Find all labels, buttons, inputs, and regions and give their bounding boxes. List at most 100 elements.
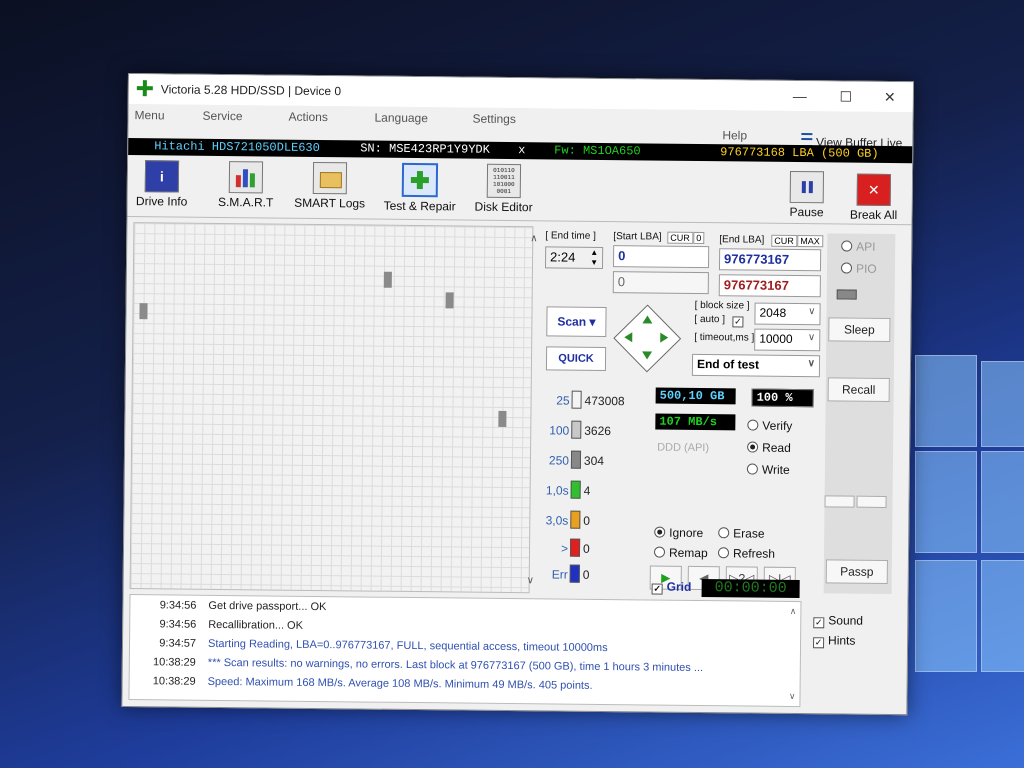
chevron-down-icon[interactable]: ∨ xyxy=(527,575,534,586)
stat-count: 4 xyxy=(583,483,591,498)
stat-bar xyxy=(569,564,580,583)
menu-item-help[interactable]: Help xyxy=(722,128,747,142)
device-model: Hitachi HDS721050DLE630 xyxy=(154,139,320,156)
drive-info-label: Drive Info xyxy=(135,194,188,209)
test-repair-button[interactable]: Test & Repair xyxy=(380,162,461,214)
speed-display: 107 MB/s xyxy=(655,413,736,431)
grid-block xyxy=(445,292,454,309)
refresh-label: Refresh xyxy=(732,546,776,561)
end-cur-button[interactable]: CUR xyxy=(771,234,797,248)
drive-info-button[interactable]: i Drive Info xyxy=(134,160,190,209)
stat-bar xyxy=(571,420,582,439)
menu-item-language[interactable]: Language xyxy=(374,111,428,126)
smart-chart-icon xyxy=(228,161,264,194)
stat-threshold: 250 xyxy=(548,453,570,468)
power-indicator xyxy=(836,289,857,300)
info-icon: i xyxy=(144,160,180,193)
left-small-button[interactable] xyxy=(824,495,855,508)
verify-radio[interactable]: Verify xyxy=(747,419,792,433)
ignore-radio[interactable]: Ignore xyxy=(654,525,704,541)
pause-button[interactable]: Pause xyxy=(784,170,831,219)
api-radio[interactable]: API xyxy=(841,239,876,254)
side-panel: API PIO Sleep Recall Passp xyxy=(823,233,896,595)
device-firmware: Fw: MS1OA650 xyxy=(554,143,641,159)
auto-label: [ auto ] xyxy=(694,313,726,326)
victoria-window: Victoria 5.28 HDD/SSD | Device 0 — ☐ ✕ M… xyxy=(121,73,914,716)
pause-icon xyxy=(789,170,825,204)
menu-item-service[interactable]: Service xyxy=(202,109,242,123)
start-zero-button[interactable]: 0 xyxy=(693,231,705,245)
scan-button[interactable]: Scan ▾ xyxy=(546,306,607,338)
right-small-button[interactable] xyxy=(856,495,887,508)
grid-checkbox[interactable]: ✓ Grid xyxy=(651,580,691,595)
start-cur-button[interactable]: CUR xyxy=(667,231,693,244)
stat-bar xyxy=(571,390,582,409)
remap-radio[interactable]: Remap xyxy=(653,545,708,561)
block-size-select[interactable]: 2048 xyxy=(754,302,821,326)
menu-item-menu[interactable]: Menu xyxy=(134,108,164,122)
device-capacity: 976773168 LBA (500 GB) xyxy=(720,145,879,161)
passport-button[interactable]: Passp xyxy=(825,559,888,584)
toolbar: i Drive Info S.M.A.R.T SMART Logs Test &… xyxy=(127,156,913,226)
disk-editor-button[interactable]: 010110 110011 101000 0001 Disk Editor xyxy=(472,163,537,215)
timeout-select[interactable]: 10000 xyxy=(754,328,821,352)
write-radio[interactable]: Write xyxy=(746,463,790,477)
arrow-down-icon[interactable] xyxy=(642,351,653,360)
log-message: Get drive passport... OK xyxy=(208,599,327,614)
stat-count: 0 xyxy=(582,541,590,556)
quick-button[interactable]: QUICK xyxy=(545,346,607,372)
ignore-label: Ignore xyxy=(669,525,704,541)
end-time-value: 2:24 xyxy=(550,249,576,265)
end-max-button[interactable]: MAX xyxy=(797,235,823,248)
menu-item-settings[interactable]: Settings xyxy=(472,112,516,126)
recall-button[interactable]: Recall xyxy=(827,377,890,402)
direction-pad[interactable] xyxy=(613,304,682,373)
log-scroll-down-icon[interactable]: ∨ xyxy=(789,691,796,702)
end-lba-label: [End LBA] xyxy=(719,234,765,246)
maximize-button[interactable]: ☐ xyxy=(831,85,861,107)
stat-threshold: 1,0s xyxy=(545,483,569,498)
binary-icon: 010110 110011 101000 0001 xyxy=(486,163,522,199)
remap-label: Remap xyxy=(668,545,708,561)
medkit-icon xyxy=(401,162,439,198)
start-lba-input[interactable]: 0 xyxy=(612,245,710,269)
refresh-radio[interactable]: Refresh xyxy=(717,546,776,561)
device-close[interactable]: x xyxy=(518,143,525,157)
stat-row: 100 3626 xyxy=(541,420,611,439)
log-scroll-up-icon[interactable]: ∧ xyxy=(790,606,797,617)
arrow-up-icon[interactable] xyxy=(642,315,653,324)
log-time: 10:38:29 xyxy=(152,675,196,688)
hints-checkbox[interactable]: ✓ Hints xyxy=(813,633,856,649)
break-all-button[interactable]: ✕ Break All xyxy=(845,173,901,223)
read-radio[interactable]: Read xyxy=(747,441,791,455)
end-lba-current: 976773167 xyxy=(718,274,821,298)
end-lba-input[interactable]: 976773167 xyxy=(718,248,822,272)
ddd-api-checkbox[interactable]: DDD (API) xyxy=(657,442,709,455)
close-button[interactable]: ✕ xyxy=(875,86,905,108)
erase-radio[interactable]: Erase xyxy=(718,526,765,541)
smart-button[interactable]: S.M.A.R.T xyxy=(214,161,278,210)
log-message: Recallibration... OK xyxy=(208,618,304,632)
stat-count: 0 xyxy=(583,513,591,528)
smart-logs-button[interactable]: SMART Logs xyxy=(292,161,368,211)
arrow-left-icon[interactable] xyxy=(624,332,633,343)
chevron-up-icon[interactable]: ∧ xyxy=(530,233,537,244)
stat-bar xyxy=(570,480,581,499)
pio-radio[interactable]: PIO xyxy=(840,261,877,276)
end-action-select[interactable]: End of test xyxy=(691,353,821,378)
minimize-button[interactable]: — xyxy=(785,85,815,107)
sleep-button[interactable]: Sleep xyxy=(828,317,891,342)
log-row: 9:34:56 Recallibration... OK xyxy=(130,618,790,637)
arrow-right-icon[interactable] xyxy=(660,332,669,343)
read-label: Read xyxy=(762,440,791,455)
grid-block xyxy=(383,271,392,288)
auto-checkbox[interactable]: ✓ xyxy=(732,312,747,328)
stat-count: 473008 xyxy=(584,393,625,409)
log-message: Speed: Maximum 168 MB/s. Average 108 MB/… xyxy=(207,675,593,692)
sound-checkbox[interactable]: ✓ Sound xyxy=(813,613,863,629)
end-time-field[interactable]: 2:24 ▲ ▼ xyxy=(544,246,604,269)
hints-label: Hints xyxy=(828,633,856,648)
menu-item-actions[interactable]: Actions xyxy=(288,110,328,124)
end-time-label: [ End time ] xyxy=(545,230,596,242)
event-log: 9:34:56 Get drive passport... OK 9:34:56 R… xyxy=(128,594,802,708)
